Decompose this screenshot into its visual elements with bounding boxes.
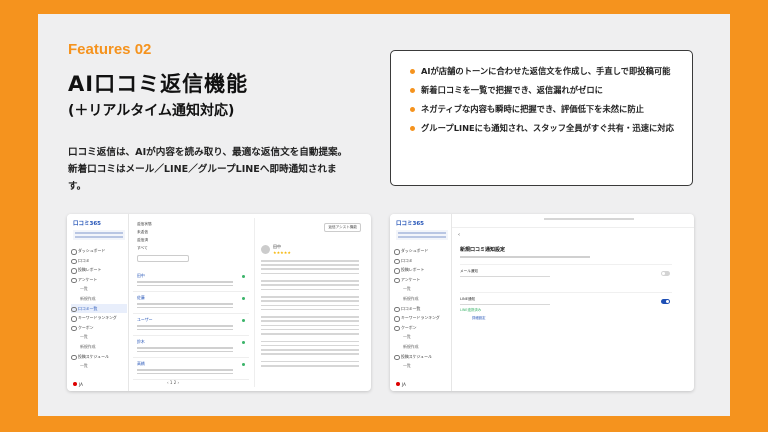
filter-select[interactable] xyxy=(137,255,189,262)
sidebar-subitem[interactable]: 一覧 xyxy=(71,361,127,371)
pagination[interactable]: ‹ 1 2 › xyxy=(167,380,179,385)
sidebar-item[interactable]: 口コミ xyxy=(394,256,450,266)
star-rating: ★★★★★ xyxy=(273,250,291,255)
sidebar-nav: ダッシュボード 口コミ 投稿レポート アンケート 一覧 新規作成 口コミ一覧 キ… xyxy=(71,246,127,371)
feature-description: 口コミ返信は、AIが内容を読み取り、最適な返信文を自動提案。 新着口コミはメール… xyxy=(68,144,378,195)
sidebar-notice xyxy=(396,230,448,240)
status-dot xyxy=(242,363,245,366)
sidebar: 口コミ365 ダッシュボード 口コミ 投稿レポート アンケート 一覧 新規作成 … xyxy=(390,214,452,391)
sidebar-item[interactable]: クーポン xyxy=(71,323,127,333)
sidebar-item-active[interactable]: 口コミ一覧 xyxy=(71,303,127,314)
review-text xyxy=(261,260,359,369)
settings-title: 新規口コミ通知設定 xyxy=(460,247,506,253)
review-list: 田中 佐藤 ユーザー 鈴木 高橋 xyxy=(133,270,249,380)
page-title: AI口コミ返信機能 xyxy=(68,72,249,96)
sidebar-subitem[interactable]: 新規作成 xyxy=(394,342,450,352)
sidebar-item[interactable]: 投稿レポート xyxy=(394,265,450,275)
reply-filter: 返信状態 未返信 返信済 すべて xyxy=(137,222,192,265)
reviewer-name: 佐藤 xyxy=(137,295,145,300)
avatar xyxy=(261,245,270,254)
reviewer-name: 鈴木 xyxy=(137,339,145,344)
sidebar-item[interactable]: 投稿スケジュール xyxy=(71,352,127,362)
sidebar-item[interactable]: ダッシュボード xyxy=(71,246,127,256)
page-subtitle: (＋リアルタイム通知対応) xyxy=(68,103,235,119)
app-logo: 口コミ365 xyxy=(73,221,101,227)
filter-option[interactable]: すべて xyxy=(137,246,192,251)
sidebar-item[interactable]: アンケート xyxy=(71,275,127,285)
list-item[interactable]: 鈴木 xyxy=(133,336,249,358)
sidebar-item[interactable]: クーポン xyxy=(394,323,450,333)
sidebar-item[interactable]: 投稿レポート xyxy=(71,265,127,275)
list-item[interactable]: 佐藤 xyxy=(133,292,249,314)
review-detail: 返信アシスト機能 田中 ★★★★★ xyxy=(254,218,367,387)
detail-settings-button[interactable]: 詳細設定 xyxy=(472,315,672,320)
back-icon[interactable]: ‹ xyxy=(458,232,460,238)
review-list-screenshot: 口コミ365 ダッシュボード 口コミ 投稿レポート アンケート 一覧 新規作成 … xyxy=(67,214,371,391)
list-item[interactable]: 田中 xyxy=(133,270,249,292)
notification-settings-screenshot: 口コミ365 ダッシュボード 口コミ 投稿レポート アンケート 一覧 新規作成 … xyxy=(390,214,694,391)
line-link-status: LINE連携済み xyxy=(460,308,482,313)
line-notification-toggle[interactable] xyxy=(661,298,670,304)
sidebar-subitem[interactable]: 一覧 xyxy=(71,284,127,294)
list-item[interactable]: ユーザー xyxy=(133,314,249,336)
line-notification-row: LINE通知 LINE連携済み 詳細設定 xyxy=(460,291,672,320)
sidebar-item[interactable]: 投稿スケジュール xyxy=(394,352,450,362)
mail-notification-row: メール通知 xyxy=(460,263,672,286)
reply-assist-button[interactable]: 返信アシスト機能 xyxy=(324,223,361,232)
mail-notification-toggle[interactable] xyxy=(661,270,670,276)
description-line: す。 xyxy=(68,181,87,192)
filter-option[interactable]: 未返信 xyxy=(137,230,192,235)
language-label: JA xyxy=(79,382,83,387)
list-item[interactable]: 高橋 xyxy=(133,358,249,380)
filter-option[interactable]: 返信済 xyxy=(137,238,192,243)
language-label: JA xyxy=(402,382,406,387)
feature-slide: Features 02 AI口コミ返信機能 (＋リアルタイム通知対応) 口コミ返… xyxy=(38,14,730,416)
sidebar-subitem[interactable]: 一覧 xyxy=(394,332,450,342)
sidebar-nav: ダッシュボード 口コミ 投稿レポート アンケート 一覧 新規作成 口コミ一覧 キ… xyxy=(394,246,450,371)
app-logo: 口コミ365 xyxy=(396,221,424,227)
flag-icon xyxy=(396,382,400,386)
sidebar-item[interactable]: キーワードランキング xyxy=(394,313,450,323)
description-line: 口コミ返信は、AIが内容を読み取り、最適な返信文を自動提案。 xyxy=(68,147,348,158)
sidebar-item[interactable]: 口コミ一覧 xyxy=(394,304,450,314)
sidebar-item[interactable]: 口コミ xyxy=(71,256,127,266)
sidebar-subitem[interactable]: 一覧 xyxy=(394,361,450,371)
flag-icon xyxy=(73,382,77,386)
mail-notification-label: メール通知 xyxy=(460,268,478,273)
sidebar-subitem[interactable]: 新規作成 xyxy=(71,294,127,304)
sidebar-item[interactable]: キーワードランキング xyxy=(71,313,127,323)
sidebar-subitem[interactable]: 一覧 xyxy=(71,332,127,342)
sidebar: 口コミ365 ダッシュボード 口コミ 投稿レポート アンケート 一覧 新規作成 … xyxy=(67,214,129,391)
filter-label: 返信状態 xyxy=(137,222,152,226)
sidebar-notice xyxy=(73,230,125,240)
sidebar-subitem[interactable]: 新規作成 xyxy=(394,294,450,304)
line-notification-label: LINE通知 xyxy=(460,296,476,301)
sidebar-item[interactable]: ダッシュボード xyxy=(394,246,450,256)
reviewer-name: ユーザー xyxy=(137,317,153,322)
settings-panel: 新規口コミ通知設定 メール通知 LINE通知 LINE連携済み 詳細設定 xyxy=(452,242,680,320)
benefit-item: ネガティブな内容も瞬時に把握でき、評価低下を未然に防止 xyxy=(409,103,678,116)
reviewer-name: 高橋 xyxy=(137,361,145,366)
benefits-box: AIが店舗のトーンに合わせた返信文を作成し、手直しで即投稿可能 新着口コミを一覧… xyxy=(390,50,693,186)
language-selector[interactable]: JA xyxy=(396,382,406,387)
status-dot xyxy=(242,275,245,278)
sidebar-item[interactable]: アンケート xyxy=(394,275,450,285)
status-dot xyxy=(242,341,245,344)
status-dot xyxy=(242,297,245,300)
benefit-item: 新着口コミを一覧で把握でき、返信漏れがゼロに xyxy=(409,84,678,97)
sidebar-subitem[interactable]: 一覧 xyxy=(394,284,450,294)
sidebar-subitem[interactable]: 新規作成 xyxy=(71,342,127,352)
feature-tag: Features 02 xyxy=(68,41,152,58)
description-line: 新着口コミはメール／LINE／グループLINEへ即時通知されま xyxy=(68,164,337,175)
top-bar xyxy=(452,214,694,228)
reviewer-name: 田中 xyxy=(137,273,145,278)
benefit-item: AIが店舗のトーンに合わせた返信文を作成し、手直しで即投稿可能 xyxy=(409,65,678,78)
status-dot xyxy=(242,319,245,322)
benefit-item: グループLINEにも通知され、スタッフ全員がすぐ共有・迅速に対応 xyxy=(409,122,678,135)
language-selector[interactable]: JA xyxy=(73,382,83,387)
